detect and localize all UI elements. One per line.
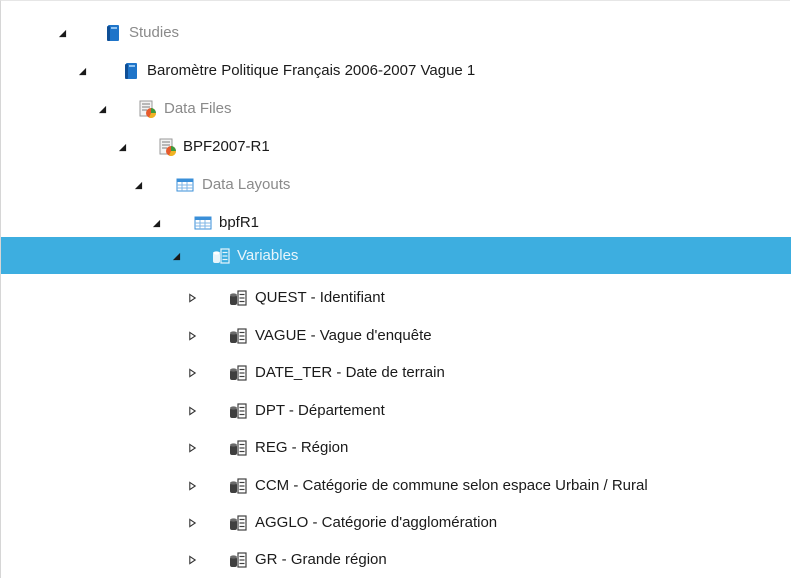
- tree-node-label: DATE_TER - Date de terrain: [255, 364, 445, 381]
- tree-node-label: AGGLO - Catégorie d'agglomération: [255, 514, 498, 531]
- expanded-arrow-icon[interactable]: [75, 64, 89, 78]
- tree-node-label: GR - Grande région: [255, 551, 387, 568]
- tree-node-data-layout[interactable]: bpfR1: [1, 204, 791, 241]
- tree-node-variable[interactable]: QUEST - Identifiant: [1, 279, 791, 316]
- collapsed-arrow-icon[interactable]: [185, 553, 199, 567]
- tree-node-variables[interactable]: Variables: [1, 237, 791, 274]
- tree-node-label: Data Layouts: [202, 176, 291, 193]
- variable-icon: [228, 438, 248, 458]
- tree-node-label: Data Files: [164, 100, 232, 117]
- tree-node-studies[interactable]: Studies: [1, 14, 791, 51]
- tree-node-label: CCM - Catégorie de commune selon espace …: [255, 477, 648, 494]
- tree-node-variable[interactable]: AGGLO - Catégorie d'agglomération: [1, 504, 791, 541]
- variable-icon: [228, 476, 248, 496]
- tree-view: Studies Baromètre Politique Français 200…: [0, 0, 791, 578]
- book-icon: [103, 23, 123, 43]
- table-icon: [175, 175, 195, 195]
- variable-icon: [228, 401, 248, 421]
- tree-node-label: bpfR1: [219, 214, 260, 231]
- tree-node-study[interactable]: Baromètre Politique Français 2006-2007 V…: [1, 52, 791, 89]
- collapsed-arrow-icon[interactable]: [185, 479, 199, 493]
- expanded-arrow-icon[interactable]: [169, 249, 183, 263]
- expanded-arrow-icon[interactable]: [115, 140, 129, 154]
- tree-node-label: REG - Région: [255, 439, 349, 456]
- variable-icon: [211, 246, 231, 266]
- book-icon: [121, 61, 141, 81]
- table-icon: [193, 213, 213, 233]
- tree-node-variable[interactable]: REG - Région: [1, 429, 791, 466]
- expanded-arrow-icon[interactable]: [95, 102, 109, 116]
- tree-node-label: BPF2007-R1: [183, 138, 270, 155]
- tree-node-data-files[interactable]: Data Files: [1, 90, 791, 127]
- tree-node-variable[interactable]: GR - Grande région: [1, 541, 791, 578]
- collapsed-arrow-icon[interactable]: [185, 516, 199, 530]
- tree-node-label: DPT - Département: [255, 402, 385, 419]
- tree-node-data-file[interactable]: BPF2007-R1: [1, 128, 791, 165]
- variable-icon: [228, 326, 248, 346]
- tree-node-label: QUEST - Identifiant: [255, 289, 385, 306]
- expanded-arrow-icon[interactable]: [131, 178, 145, 192]
- tree-node-label: VAGUE - Vague d'enquête: [255, 327, 432, 344]
- variable-icon: [228, 363, 248, 383]
- collapsed-arrow-icon[interactable]: [185, 366, 199, 380]
- data-file-icon: [157, 137, 177, 157]
- tree-node-variable[interactable]: DATE_TER - Date de terrain: [1, 354, 791, 391]
- tree-node-data-layouts[interactable]: Data Layouts: [1, 166, 791, 203]
- tree-node-variable[interactable]: CCM - Catégorie de commune selon espace …: [1, 467, 791, 504]
- data-file-icon: [137, 99, 157, 119]
- variable-icon: [228, 550, 248, 570]
- tree-node-variable[interactable]: DPT - Département: [1, 392, 791, 429]
- tree-node-label: Baromètre Politique Français 2006-2007 V…: [147, 62, 476, 79]
- expanded-arrow-icon[interactable]: [55, 26, 69, 40]
- tree-node-label: Studies: [129, 24, 180, 41]
- expanded-arrow-icon[interactable]: [149, 216, 163, 230]
- collapsed-arrow-icon[interactable]: [185, 329, 199, 343]
- collapsed-arrow-icon[interactable]: [185, 404, 199, 418]
- collapsed-arrow-icon[interactable]: [185, 441, 199, 455]
- tree-node-label: Variables: [237, 247, 299, 264]
- variable-icon: [228, 288, 248, 308]
- variable-icon: [228, 513, 248, 533]
- tree-node-variable[interactable]: VAGUE - Vague d'enquête: [1, 317, 791, 354]
- collapsed-arrow-icon[interactable]: [185, 291, 199, 305]
